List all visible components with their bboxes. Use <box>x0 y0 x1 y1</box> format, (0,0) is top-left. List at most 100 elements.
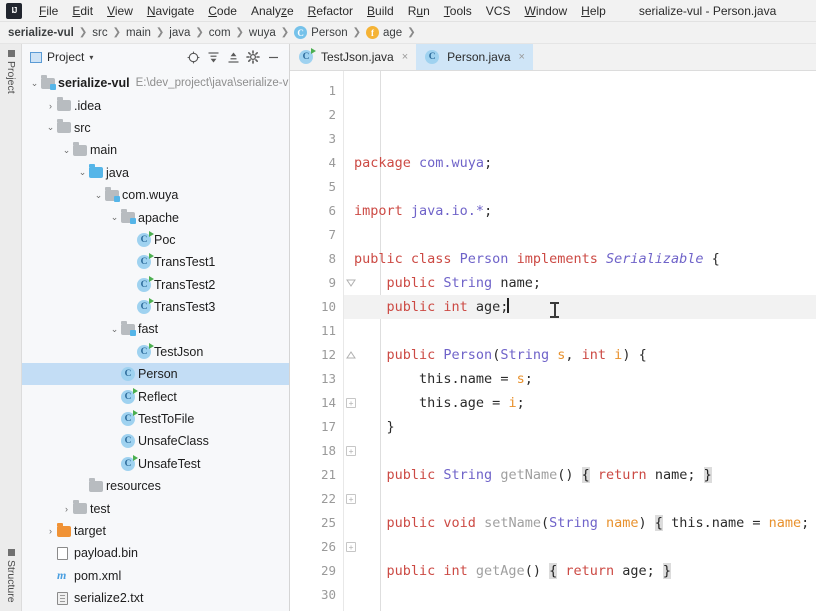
code-token: } <box>354 419 395 435</box>
menu-item-edit[interactable]: Edit <box>65 2 100 20</box>
menu-item-build[interactable]: Build <box>360 2 401 20</box>
close-tab-icon[interactable]: × <box>519 51 525 63</box>
menu-item-view[interactable]: View <box>100 2 140 20</box>
tree-node-reflect[interactable]: ›CReflect <box>22 385 289 407</box>
breadcrumb-item-main[interactable]: main <box>126 27 151 39</box>
java-runnable-class-icon: C <box>137 298 154 315</box>
chevron-down-icon[interactable]: ⌄ <box>28 78 41 89</box>
code-line-12[interactable]: } <box>344 415 816 439</box>
code-line-25[interactable] <box>344 583 816 607</box>
tree-node-label: main <box>90 143 118 158</box>
tree-node-testtofile[interactable]: ›CTestToFile <box>22 408 289 430</box>
editor-gutter[interactable]: 1 2 3 4 5 6 7 8 9 10 11 12 13 14 +17 18 +21 22 +25 26 +29 30 <box>290 71 356 611</box>
tree-node-target[interactable]: › target <box>22 520 289 542</box>
menu-item-tools[interactable]: Tools <box>437 2 479 20</box>
menu-item-vcs[interactable]: VCS <box>479 2 518 20</box>
code-token: return <box>597 467 655 483</box>
code-line-1[interactable]: package com.wuya; <box>344 151 816 175</box>
editor-tab-person-java[interactable]: C Person.java × <box>416 44 533 70</box>
locate-icon[interactable] <box>183 47 203 67</box>
breadcrumb-item-serialize-vul[interactable]: serialize-vul <box>8 27 74 39</box>
file-icon <box>57 546 74 560</box>
tree-node-src[interactable]: ⌄ src <box>22 117 289 139</box>
breadcrumb-item-src[interactable]: src <box>92 27 107 39</box>
code-line-18[interactable]: public void setName(String name) { this.… <box>344 511 816 535</box>
breadcrumb-item-person[interactable]: C Person <box>294 26 348 39</box>
editor-code-text[interactable]: package com.wuya; import java.io.*; public… <box>344 71 816 611</box>
menu-item-navigate[interactable]: Navigate <box>140 2 201 20</box>
tree-node-unsafeclass[interactable]: ›CUnsafeClass <box>22 430 289 452</box>
tree-node-payload-bin[interactable]: › payload.bin <box>22 542 289 564</box>
chevron-down-icon[interactable]: ⌄ <box>92 190 105 201</box>
editor-code-area[interactable]: 1 2 3 4 5 6 7 8 9 10 11 12 13 14 +17 18 +21 22 +25 26 +29 30 … <box>290 71 816 611</box>
expand-all-icon[interactable] <box>203 47 223 67</box>
tree-node-transtest3[interactable]: ›CTransTest3 <box>22 296 289 318</box>
chevron-down-icon[interactable]: ⌄ <box>108 324 121 335</box>
breadcrumb-item-java[interactable]: java <box>169 27 190 39</box>
code-line-3[interactable]: import java.io.*; <box>344 199 816 223</box>
tree-node--idea[interactable]: › .idea <box>22 94 289 116</box>
code-line-17[interactable] <box>344 487 816 511</box>
tree-node-serialize-vul[interactable]: ⌄ serialize-vul E:\dev_project\java\serial… <box>22 72 289 94</box>
tree-node-unsafetest[interactable]: ›CUnsafeTest <box>22 453 289 475</box>
project-tree[interactable]: ⌄ serialize-vul E:\dev_project\java\serial… <box>22 70 289 611</box>
folder-package-icon <box>121 209 138 225</box>
code-line-4[interactable] <box>344 223 816 247</box>
tool-window-button-project[interactable]: Project <box>0 46 22 98</box>
code-line-13[interactable] <box>344 439 816 463</box>
close-tab-icon[interactable]: × <box>402 51 408 63</box>
tree-node-java[interactable]: ⌄ java <box>22 162 289 184</box>
tree-node-person[interactable]: ›CPerson <box>22 363 289 386</box>
hide-panel-icon[interactable] <box>263 47 283 67</box>
tree-node-com-wuya[interactable]: ⌄ com.wuya <box>22 184 289 206</box>
code-token: name <box>606 515 639 531</box>
code-line-2[interactable] <box>344 175 816 199</box>
chevron-right-icon[interactable]: › <box>44 526 57 536</box>
menu-item-window[interactable]: Window <box>517 2 574 20</box>
chevron-down-icon[interactable]: ⌄ <box>76 167 89 178</box>
editor-tab-testjson-java[interactable]: C TestJson.java × <box>290 44 416 70</box>
tree-node-resources[interactable]: › resources <box>22 475 289 497</box>
code-line-10[interactable]: this.name = s; <box>344 367 816 391</box>
menu-item-run[interactable]: Run <box>401 2 437 20</box>
code-line-7[interactable]: public int age; <box>344 295 816 319</box>
menu-item-code[interactable]: Code <box>201 2 244 20</box>
breadcrumb[interactable]: serialize-vul ❯ src ❯ main ❯ java ❯ com ❯ wuya ❯ C Pe… <box>0 22 816 44</box>
code-line-11[interactable]: this.age = i; <box>344 391 816 415</box>
chevron-right-icon[interactable]: › <box>60 504 73 514</box>
chevron-down-icon[interactable]: ⌄ <box>60 145 73 156</box>
breadcrumb-item-com[interactable]: com <box>209 27 231 39</box>
code-line-6[interactable]: public String name; <box>344 271 816 295</box>
breadcrumb-item-age[interactable]: f age <box>366 26 402 39</box>
tree-node-testjson[interactable]: ›CTestJson <box>22 341 289 363</box>
code-line-8[interactable] <box>344 319 816 343</box>
menu-item-refactor[interactable]: Refactor <box>301 2 360 20</box>
editor-tab-bar[interactable]: C TestJson.java × C Person.java × <box>290 44 816 71</box>
tree-node-transtest1[interactable]: ›CTransTest1 <box>22 251 289 273</box>
code-line-26[interactable]: public void setAge(int age) { this.age =… <box>344 607 816 611</box>
code-line-14[interactable]: public String getName() { return name; } <box>344 463 816 487</box>
code-line-5[interactable]: public class Person implements Serializa… <box>344 247 816 271</box>
code-line-21[interactable] <box>344 535 816 559</box>
chevron-down-icon[interactable]: ⌄ <box>108 212 121 223</box>
menu-item-analyze[interactable]: Analyze <box>244 2 301 20</box>
tree-node-main[interactable]: ⌄ main <box>22 139 289 161</box>
tree-node-pom-xml[interactable]: ›m pom.xml <box>22 565 289 587</box>
menu-item-help[interactable]: Help <box>574 2 613 20</box>
tree-node-fast[interactable]: ⌄ fast <box>22 318 289 340</box>
settings-gear-icon[interactable] <box>243 47 263 67</box>
code-line-22[interactable]: public int getAge() { return age; } <box>344 559 816 583</box>
tree-node-transtest2[interactable]: ›CTransTest2 <box>22 274 289 296</box>
chevron-right-icon[interactable]: › <box>44 101 57 111</box>
code-line-9[interactable]: public Person(String s, int i) { <box>344 343 816 367</box>
chevron-down-icon[interactable]: ⌄ <box>44 122 57 133</box>
menu-item-file[interactable]: File <box>32 2 65 20</box>
tree-node-poc[interactable]: ›CPoc <box>22 229 289 251</box>
breadcrumb-item-wuya[interactable]: wuya <box>249 27 276 39</box>
chevron-down-icon[interactable]: ▾ <box>89 53 93 62</box>
collapse-all-icon[interactable] <box>223 47 243 67</box>
tree-node-test[interactable]: › test <box>22 497 289 519</box>
tool-window-button-structure[interactable]: Structure <box>0 545 22 607</box>
tree-node-serialize2-txt[interactable]: › serialize2.txt <box>22 587 289 609</box>
tree-node-apache[interactable]: ⌄ apache <box>22 206 289 228</box>
